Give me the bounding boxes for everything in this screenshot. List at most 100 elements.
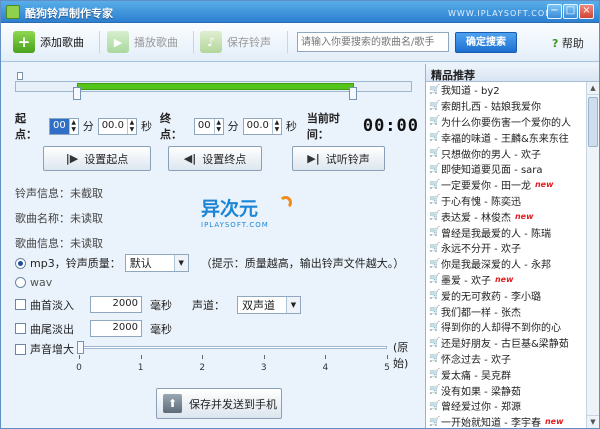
featured-item[interactable]: 🛒 还是好朋友 - 古巨基&梁静茹 (426, 335, 586, 351)
ms-unit: 毫秒 (150, 322, 172, 336)
save-ringtone-button[interactable]: ♪ 保存铃声 (200, 30, 271, 54)
play-song-button[interactable]: ▶ 播放歌曲 (107, 30, 178, 54)
featured-item[interactable]: 🛒 怀念过去 - 欢子 (426, 351, 586, 367)
cart-icon[interactable]: 🛒 (429, 195, 441, 205)
volume-tick (325, 355, 327, 359)
volume-slider-thumb[interactable] (77, 341, 84, 354)
start-minute-spinner[interactable]: 00 ▲ ▼ (48, 117, 79, 135)
featured-item[interactable]: 🛒 幸福的味道 - 王麟&东来东往 (426, 129, 586, 145)
fade-out-input[interactable]: 2000 (90, 320, 142, 337)
cart-icon[interactable]: 🛒 (429, 290, 441, 300)
wav-radio[interactable] (15, 277, 26, 288)
current-time-label: 当前时间： (306, 112, 340, 141)
help-button[interactable]: ? 帮助 (552, 35, 584, 51)
close-button[interactable]: × (579, 4, 594, 19)
mp3-label: mp3，铃声质量： (30, 257, 121, 270)
featured-item[interactable]: 🛒 曾经是我最爱的人 - 陈瑞 (426, 224, 586, 240)
spin-arrows-icon[interactable]: ▲ ▼ (213, 118, 223, 134)
playhead-marker[interactable] (17, 72, 23, 80)
end-handle[interactable] (349, 87, 357, 100)
end-minute-spinner[interactable]: 00 ▲ ▼ (193, 117, 224, 135)
save-send-button[interactable]: ⬆ 保存并发送到手机 (156, 388, 282, 419)
cart-icon[interactable]: 🛒 (429, 164, 441, 174)
featured-item[interactable]: 🛒 只想做你的男人 - 欢子 (426, 145, 586, 161)
fade-in-input[interactable]: 2000 (90, 296, 142, 313)
fade-out-checkbox[interactable] (15, 323, 26, 334)
mp3-radio[interactable] (15, 257, 26, 269)
minimize-button[interactable]: − (547, 4, 562, 19)
start-handle[interactable] (73, 87, 81, 100)
set-end-label: 设置终点 (202, 152, 247, 166)
cart-icon[interactable]: 🛒 (429, 401, 441, 411)
featured-item[interactable]: 🛒 墨爱 - 欢子 new (426, 272, 586, 288)
add-song-button[interactable]: + 添加歌曲 (13, 30, 84, 54)
song-info: 歌曲信息：未读取 (15, 237, 103, 250)
start-minute-value: 00 (49, 118, 69, 134)
cart-icon[interactable]: 🛒 (429, 85, 441, 95)
volume-slider-track[interactable] (79, 346, 387, 349)
spin-arrows-icon[interactable]: ▲ ▼ (271, 118, 281, 134)
featured-item[interactable]: 🛒 一定要爱你 - 田一龙 new (426, 177, 586, 193)
cart-icon[interactable]: 🛒 (429, 385, 441, 395)
featured-item[interactable]: 🛒 表达爱 - 林俊杰 new (426, 208, 586, 224)
fade-in-label: 曲首淡入 (30, 298, 74, 312)
scroll-thumb[interactable] (588, 97, 598, 147)
scroll-down-icon[interactable]: ▼ (587, 415, 599, 428)
featured-item[interactable]: 🛒 永远不分开 - 欢子 (426, 240, 586, 256)
set-start-label: 设置起点 (84, 152, 129, 166)
cart-icon[interactable]: 🛒 (429, 417, 441, 427)
fade-in-checkbox[interactable] (15, 299, 26, 310)
featured-scrollbar[interactable]: ▲ ▼ (586, 82, 599, 428)
set-start-button[interactable]: |▶ 设置起点 (43, 146, 151, 171)
featured-item[interactable]: 🛒 索朗扎西 - 姑娘我爱你 (426, 98, 586, 114)
featured-item[interactable]: 🛒 我知道 - by2 (426, 82, 586, 98)
start-second-spinner[interactable]: 00.0 ▲ ▼ (97, 117, 137, 135)
cart-icon[interactable]: 🛒 (429, 116, 441, 126)
end-second-spinner[interactable]: 00.0 ▲ ▼ (242, 117, 282, 135)
cart-icon[interactable]: 🛒 (429, 306, 441, 316)
cart-icon[interactable]: 🛒 (429, 338, 441, 348)
featured-item[interactable]: 🛒 没有如果 - 梁静茹 (426, 382, 586, 398)
title-bar[interactable]: 酷狗铃声制作专家 WWW.IPLAYSOFT.COM − □ × (1, 1, 599, 23)
cart-icon[interactable]: 🛒 (429, 148, 441, 158)
cart-icon[interactable]: 🛒 (429, 101, 441, 111)
featured-item[interactable]: 🛒 爱的无可救药 - 李小璐 (426, 287, 586, 303)
featured-item[interactable]: 🛒 为什么你要伤害一个爱你的人 (426, 114, 586, 130)
featured-item[interactable]: 🛒 一开始就知道 - 李宇春 new (426, 414, 586, 428)
scroll-up-icon[interactable]: ▲ (587, 82, 599, 95)
cart-icon[interactable]: 🛒 (429, 322, 441, 332)
featured-header: 精品推荐 (426, 64, 599, 82)
minute-unit: 分 (227, 120, 239, 133)
search-input[interactable] (297, 32, 449, 52)
quality-dropdown[interactable]: 默认 ▼ (124, 254, 189, 272)
featured-item[interactable]: 🛒 你是我最深爱的人 - 永邦 (426, 256, 586, 272)
cart-icon[interactable]: 🛒 (429, 180, 441, 190)
cart-icon[interactable]: 🛒 (429, 243, 441, 253)
cart-icon[interactable]: 🛒 (429, 132, 441, 142)
mp3-option-row: mp3，铃声质量： 默认 ▼ （提示：质量越高，输出铃声文件越大。） (15, 254, 404, 272)
cart-icon[interactable]: 🛒 (429, 259, 441, 269)
featured-item[interactable]: 🛒 爱太痛 - 吴克群 (426, 366, 586, 382)
set-end-button[interactable]: ◀| 设置终点 (168, 146, 262, 171)
cart-icon[interactable]: 🛒 (429, 369, 441, 379)
featured-panel: 精品推荐 🛒 我知道 - by2 🛒 索朗扎西 - 姑娘我爱你 🛒 为什么你要伤害一个爱你… (425, 64, 599, 428)
cart-icon[interactable]: 🛒 (429, 274, 441, 284)
channel-row: 声道： 双声道 ▼ (192, 296, 301, 314)
wifi-icon (279, 196, 292, 209)
featured-item[interactable]: 🛒 即使知道要见面 - sara (426, 161, 586, 177)
featured-item[interactable]: 🛒 得到你的人却得不到你的心 (426, 319, 586, 335)
cart-icon[interactable]: 🛒 (429, 211, 441, 221)
featured-item[interactable]: 🛒 于心有愧 - 陈奕迅 (426, 193, 586, 209)
volume-checkbox[interactable] (15, 343, 26, 355)
search-button[interactable]: 确定搜索 (455, 32, 517, 53)
cart-icon[interactable]: 🛒 (429, 353, 441, 363)
channel-dropdown[interactable]: 双声道 ▼ (237, 296, 301, 314)
spin-arrows-icon[interactable]: ▲ ▼ (126, 118, 136, 134)
featured-item[interactable]: 🛒 曾经爱过你 - 郑源 (426, 398, 586, 414)
cart-icon[interactable]: 🛒 (429, 227, 441, 237)
featured-item[interactable]: 🛒 我们都一样 - 张杰 (426, 303, 586, 319)
spin-arrows-icon[interactable]: ▲ ▼ (68, 118, 78, 134)
logo-subtext: IPLAYSOFT.COM (201, 221, 269, 229)
preview-button[interactable]: ▶| 试听铃声 (292, 146, 385, 171)
maximize-button[interactable]: □ (563, 4, 578, 19)
